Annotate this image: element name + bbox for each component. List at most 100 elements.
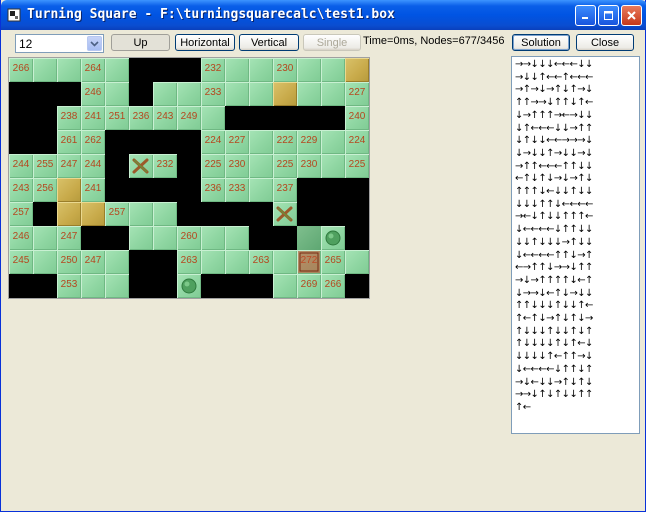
floor-tile[interactable] xyxy=(33,226,57,250)
floor-tile[interactable]: 253 xyxy=(57,274,81,298)
floor-tile[interactable]: 272 xyxy=(297,250,321,274)
floor-tile[interactable] xyxy=(297,226,321,250)
floor-tile[interactable]: 240 xyxy=(345,106,369,130)
horizontal-button[interactable]: Horizontal xyxy=(175,34,235,51)
floor-tile[interactable]: 227 xyxy=(225,130,249,154)
floor-tile[interactable]: 260 xyxy=(177,226,201,250)
floor-tile[interactable] xyxy=(201,250,225,274)
level-select-dropdown-button[interactable] xyxy=(87,36,102,51)
floor-tile[interactable] xyxy=(177,82,201,106)
floor-tile[interactable] xyxy=(129,202,153,226)
goal-tile[interactable] xyxy=(345,58,369,82)
floor-tile[interactable] xyxy=(81,274,105,298)
floor-tile[interactable]: 247 xyxy=(57,226,81,250)
floor-tile[interactable] xyxy=(33,58,57,82)
solution-button[interactable]: Solution xyxy=(512,34,570,51)
floor-tile[interactable]: 249 xyxy=(177,106,201,130)
floor-tile[interactable]: 232 xyxy=(201,58,225,82)
floor-tile[interactable]: 263 xyxy=(177,250,201,274)
floor-tile[interactable]: 261 xyxy=(57,130,81,154)
floor-tile[interactable]: 245 xyxy=(9,250,33,274)
floor-tile[interactable] xyxy=(201,226,225,250)
floor-tile[interactable]: 230 xyxy=(225,154,249,178)
floor-tile[interactable] xyxy=(321,130,345,154)
floor-tile[interactable]: 236 xyxy=(201,178,225,202)
floor-tile[interactable] xyxy=(201,106,225,130)
floor-tile[interactable] xyxy=(273,202,297,226)
floor-tile[interactable]: 255 xyxy=(33,154,57,178)
goal-tile[interactable] xyxy=(57,178,81,202)
floor-tile[interactable]: 230 xyxy=(297,154,321,178)
title-bar[interactable]: Turning Square - F:\turningsquarecalc\te… xyxy=(1,0,646,30)
floor-tile[interactable] xyxy=(249,82,273,106)
floor-tile[interactable]: 229 xyxy=(297,130,321,154)
floor-tile[interactable] xyxy=(225,82,249,106)
goal-tile[interactable] xyxy=(57,202,81,226)
floor-tile[interactable]: 246 xyxy=(9,226,33,250)
floor-tile[interactable] xyxy=(249,154,273,178)
floor-tile[interactable] xyxy=(297,58,321,82)
app-icon[interactable] xyxy=(7,8,21,22)
floor-tile[interactable]: 269 xyxy=(297,274,321,298)
single-button[interactable]: Single xyxy=(303,34,361,51)
floor-tile[interactable] xyxy=(321,226,345,250)
floor-tile[interactable]: 238 xyxy=(57,106,81,130)
floor-tile[interactable] xyxy=(297,82,321,106)
floor-tile[interactable]: 266 xyxy=(321,274,345,298)
floor-tile[interactable] xyxy=(177,274,201,298)
goal-tile[interactable] xyxy=(273,82,297,106)
floor-tile[interactable] xyxy=(57,58,81,82)
floor-tile[interactable] xyxy=(273,250,297,274)
floor-tile[interactable]: 244 xyxy=(81,154,105,178)
floor-tile[interactable]: 251 xyxy=(105,106,129,130)
floor-tile[interactable] xyxy=(225,226,249,250)
floor-tile[interactable]: 256 xyxy=(33,178,57,202)
floor-tile[interactable] xyxy=(273,274,297,298)
floor-tile[interactable]: 243 xyxy=(153,106,177,130)
floor-tile[interactable] xyxy=(105,274,129,298)
floor-tile[interactable]: 225 xyxy=(273,154,297,178)
floor-tile[interactable]: 225 xyxy=(201,154,225,178)
floor-tile[interactable]: 243 xyxy=(9,178,33,202)
floor-tile[interactable] xyxy=(129,226,153,250)
floor-tile[interactable]: 247 xyxy=(57,154,81,178)
floor-tile[interactable] xyxy=(105,250,129,274)
floor-tile[interactable]: 232 xyxy=(153,154,177,178)
floor-tile[interactable] xyxy=(153,202,177,226)
floor-tile[interactable]: 250 xyxy=(57,250,81,274)
floor-tile[interactable]: 237 xyxy=(273,178,297,202)
floor-tile[interactable] xyxy=(345,250,369,274)
floor-tile[interactable]: 265 xyxy=(321,250,345,274)
floor-tile[interactable] xyxy=(249,130,273,154)
floor-tile[interactable] xyxy=(129,154,153,178)
floor-tile[interactable]: 222 xyxy=(273,130,297,154)
floor-tile[interactable]: 244 xyxy=(9,154,33,178)
floor-tile[interactable] xyxy=(153,226,177,250)
floor-tile[interactable]: 257 xyxy=(105,202,129,226)
floor-tile[interactable]: 246 xyxy=(81,82,105,106)
floor-tile[interactable] xyxy=(153,82,177,106)
floor-tile[interactable]: 247 xyxy=(81,250,105,274)
floor-tile[interactable] xyxy=(321,154,345,178)
floor-tile[interactable] xyxy=(225,250,249,274)
floor-tile[interactable]: 241 xyxy=(81,178,105,202)
floor-tile[interactable] xyxy=(225,58,249,82)
floor-tile[interactable]: 224 xyxy=(201,130,225,154)
minimize-button[interactable] xyxy=(575,5,596,26)
level-select[interactable]: 12 xyxy=(15,34,104,53)
close-button[interactable]: Close xyxy=(576,34,634,51)
floor-tile[interactable]: 225 xyxy=(345,154,369,178)
floor-tile[interactable]: 264 xyxy=(81,58,105,82)
floor-tile[interactable] xyxy=(33,250,57,274)
floor-tile[interactable] xyxy=(105,82,129,106)
solution-list[interactable]: →→↓↓↓←←←↓↓ →↓↓↑←←↑←←← →↑→↓→↑↓↑→↓ ↑↑→→↓↑↑↓↑←… xyxy=(511,56,640,434)
floor-tile[interactable]: 224 xyxy=(345,130,369,154)
floor-tile[interactable] xyxy=(249,178,273,202)
floor-tile[interactable] xyxy=(321,58,345,82)
goal-tile[interactable] xyxy=(81,202,105,226)
floor-tile[interactable] xyxy=(321,82,345,106)
maximize-button[interactable] xyxy=(598,5,619,26)
floor-tile[interactable]: 233 xyxy=(225,178,249,202)
floor-tile[interactable]: 236 xyxy=(129,106,153,130)
floor-tile[interactable]: 257 xyxy=(9,202,33,226)
